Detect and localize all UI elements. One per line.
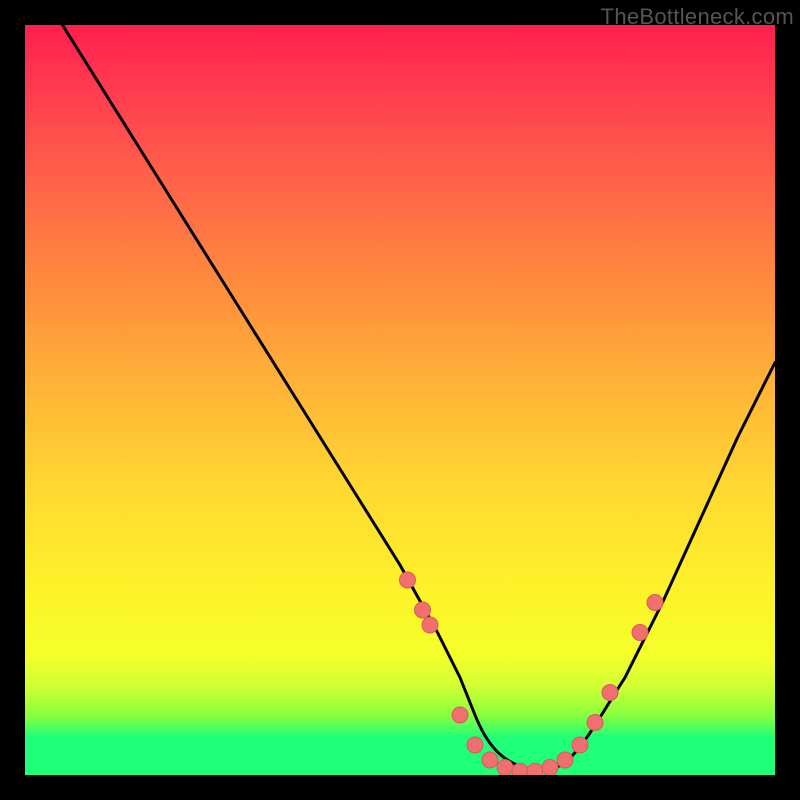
curve-markers	[25, 25, 775, 775]
watermark-text: TheBottleneck.com	[601, 4, 794, 30]
chart-frame	[25, 25, 775, 775]
